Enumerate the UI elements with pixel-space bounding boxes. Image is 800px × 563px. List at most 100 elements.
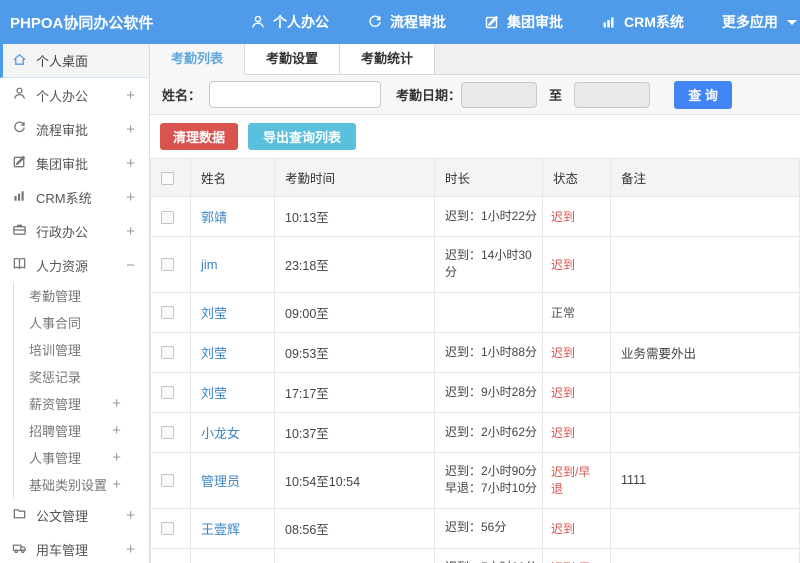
sidebar-item-admin-office[interactable]: 行政办公 +	[0, 214, 149, 248]
nav-process-approval[interactable]: 流程审批	[367, 12, 446, 32]
table-row: 刘莹 17:17至 迟到：9小时28分 迟到	[150, 371, 800, 413]
row-checkbox[interactable]	[161, 306, 174, 320]
sidebar-item-hr[interactable]: 人力资源 −	[0, 248, 149, 282]
sidebar-item-personal-office[interactable]: 个人办公 +	[0, 78, 149, 112]
tab-attendance-list[interactable]: 考勤列表	[150, 44, 246, 75]
row-checkbox[interactable]	[161, 426, 174, 440]
submenu-item-recruit[interactable]: 招聘管理 +	[14, 417, 121, 444]
sidebar-item-label: 集团审批	[36, 156, 89, 172]
note-text	[610, 236, 800, 293]
duration-text: 迟到：14小时30分	[434, 236, 543, 293]
nav-more-apps[interactable]: 更多应用	[722, 12, 797, 32]
sidebar-item-crm[interactable]: CRM系统 +	[0, 180, 149, 214]
note-text	[610, 371, 800, 413]
submenu-item-contract[interactable]: 人事合同	[14, 309, 121, 336]
row-checkbox[interactable]	[161, 522, 174, 536]
name-input[interactable]	[209, 81, 382, 108]
row-checkbox[interactable]	[161, 210, 174, 224]
tab-attendance-stats[interactable]: 考勤统计	[340, 44, 436, 74]
toolbar: 清理数据 导出查询列表	[150, 115, 800, 158]
bar-chart-icon	[601, 14, 617, 30]
attendance-table: 姓名 考勤时间 时长 状态 备注 郭靖 10:13至 迟到：1小时22分 迟到	[150, 158, 800, 563]
date-to-input[interactable]	[574, 81, 651, 108]
submenu-label: 考勤管理	[29, 289, 82, 304]
sidebar-item-label: 个人桌面	[36, 54, 89, 69]
note-text	[610, 547, 800, 563]
nav-label: 流程审批	[390, 14, 446, 30]
nav-personal-office[interactable]: 个人办公	[250, 12, 329, 32]
table-row: jim 23:18至 迟到：14小时30分 迟到	[150, 236, 800, 293]
sidebar-item-desktop[interactable]: 个人桌面	[0, 44, 149, 78]
select-all-checkbox[interactable]	[161, 171, 174, 185]
row-checkbox[interactable]	[161, 474, 174, 488]
folder-icon	[12, 506, 27, 524]
duration-text: 迟到：2小时90分 早退：7小时10分	[434, 451, 543, 509]
app-logo: PHPOA协同办公软件	[10, 14, 154, 32]
select-all-cell	[150, 158, 191, 197]
submenu-label: 人事管理	[29, 451, 82, 466]
attendance-time: 09:53至	[274, 331, 435, 373]
attendance-time: 17:17至	[274, 371, 435, 413]
row-checkbox[interactable]	[161, 386, 174, 400]
table-row: 刘莹 09:00至 正常	[150, 291, 800, 333]
col-status: 状态	[542, 158, 611, 197]
expand-icon: +	[126, 120, 135, 138]
submenu-item-salary[interactable]: 薪资管理 +	[14, 390, 121, 417]
duration-text: 迟到：2小时62分	[434, 411, 543, 453]
search-button[interactable]: 查 询	[674, 80, 733, 109]
sidebar-item-group-approval[interactable]: 集团审批 +	[0, 146, 149, 180]
employee-name-link[interactable]: 小龙女	[201, 426, 240, 441]
employee-name-link[interactable]: jim	[201, 257, 218, 272]
submenu-item-base-category[interactable]: 基础类别设置 +	[14, 471, 121, 498]
expand-icon: −	[126, 256, 135, 274]
submenu-item-training[interactable]: 培训管理	[14, 336, 121, 363]
table-row: 王壹辉 08:56至 迟到：56分 迟到	[150, 507, 800, 549]
duration-text: 迟到：1小时22分	[434, 196, 543, 237]
col-time: 考勤时间	[274, 158, 435, 197]
row-checkbox[interactable]	[161, 346, 174, 360]
tab-attendance-settings[interactable]: 考勤设置	[245, 44, 341, 74]
status-text: 迟到	[551, 257, 576, 272]
expand-icon: +	[126, 540, 135, 558]
expand-icon: +	[126, 188, 135, 206]
nav-label: 个人办公	[273, 14, 329, 30]
user-icon	[250, 14, 266, 30]
clean-data-button[interactable]: 清理数据	[160, 123, 239, 150]
duration-text	[434, 291, 543, 333]
nav-crm-system[interactable]: CRM系统	[601, 12, 684, 32]
sidebar-item-documents[interactable]: 公文管理 +	[0, 498, 149, 532]
employee-name-link[interactable]: 刘莹	[201, 346, 227, 361]
submenu-item-rewards[interactable]: 奖惩记录	[14, 363, 121, 390]
bar-chart-icon	[12, 188, 27, 206]
submenu-label: 奖惩记录	[29, 370, 82, 385]
edit-icon	[484, 14, 500, 30]
employee-name-link[interactable]: 管理员	[201, 474, 240, 489]
date-field-label: 考勤日期：	[396, 88, 462, 103]
process-icon	[367, 14, 383, 30]
export-list-button[interactable]: 导出查询列表	[248, 123, 357, 150]
submenu-label: 培训管理	[29, 343, 82, 358]
row-checkbox[interactable]	[161, 258, 174, 272]
note-text: 业务需要外出	[610, 331, 800, 373]
employee-name-link[interactable]: 郭靖	[201, 210, 227, 225]
employee-name-link[interactable]: 刘莹	[201, 386, 227, 401]
note-text: 1111	[610, 451, 800, 509]
status-text: 正常	[551, 305, 576, 320]
submenu-item-personnel[interactable]: 人事管理 +	[14, 444, 121, 471]
employee-name-link[interactable]: 王壹辉	[201, 522, 240, 537]
caret-down-icon	[786, 19, 797, 25]
status-text: 迟到/早退	[551, 465, 591, 497]
nav-group-approval[interactable]: 集团审批	[484, 12, 563, 32]
sidebar-item-label: 个人办公	[36, 88, 89, 104]
submenu-item-attendance[interactable]: 考勤管理	[14, 282, 121, 309]
table-row: 郭靖 10:13至 迟到：1小时22分 迟到	[150, 196, 800, 237]
date-from-input[interactable]	[461, 81, 538, 108]
name-field-label: 姓名：	[162, 88, 202, 103]
note-text	[610, 411, 800, 453]
sidebar-item-process-approval[interactable]: 流程审批 +	[0, 112, 149, 146]
sidebar-item-vehicles[interactable]: 用车管理 +	[0, 532, 149, 563]
nav-label: 集团审批	[507, 14, 563, 30]
expand-icon: +	[112, 395, 121, 412]
employee-name-link[interactable]: 刘莹	[201, 306, 227, 321]
submenu-label: 基础类别设置	[29, 478, 108, 493]
